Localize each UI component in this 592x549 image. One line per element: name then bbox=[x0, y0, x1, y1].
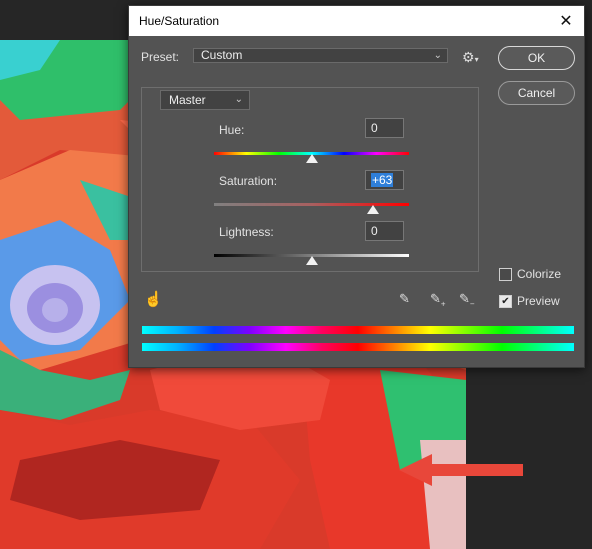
saturation-value: +63 bbox=[371, 173, 394, 187]
colorize-label: Colorize bbox=[517, 267, 562, 281]
preview-label: Preview bbox=[517, 294, 560, 308]
saturation-slider-track[interactable] bbox=[214, 203, 409, 206]
cancel-button[interactable]: Cancel bbox=[498, 81, 575, 105]
preset-label: Preset: bbox=[141, 50, 180, 64]
saturation-label: Saturation: bbox=[219, 174, 278, 188]
lightness-slider-thumb[interactable] bbox=[305, 256, 318, 265]
hue-saturation-dialog: Hue/Saturation ✕ Preset: Custom ⌄ ⚙▾ OK … bbox=[128, 5, 585, 368]
hue-value: 0 bbox=[371, 121, 378, 135]
workspace-canvas: Hue/Saturation ✕ Preset: Custom ⌄ ⚙▾ OK … bbox=[0, 0, 592, 549]
channel-dropdown[interactable]: Master ⌄ bbox=[160, 90, 250, 110]
chevron-down-icon: ⌄ bbox=[433, 50, 442, 61]
lightness-value: 0 bbox=[371, 224, 378, 238]
dialog-titlebar: Hue/Saturation ✕ bbox=[129, 6, 584, 36]
gear-icon[interactable]: ⚙▾ bbox=[462, 49, 479, 66]
eyedropper-icon[interactable]: ✎ bbox=[399, 291, 410, 307]
hue-field[interactable]: 0 bbox=[365, 118, 404, 138]
preset-value: Custom bbox=[201, 48, 243, 62]
preview-checkbox[interactable]: ✔ bbox=[499, 295, 512, 308]
input-color-bar bbox=[142, 326, 574, 334]
saturation-field[interactable]: +63 bbox=[365, 170, 404, 190]
close-icon[interactable]: ✕ bbox=[554, 9, 578, 33]
dialog-title: Hue/Saturation bbox=[139, 14, 220, 28]
lightness-field[interactable]: 0 bbox=[365, 221, 404, 241]
chevron-down-icon: ⌄ bbox=[234, 94, 243, 105]
lightness-label: Lightness: bbox=[219, 225, 274, 239]
ok-button[interactable]: OK bbox=[498, 46, 575, 70]
hue-slider-thumb[interactable] bbox=[305, 154, 318, 163]
channel-value: Master bbox=[169, 93, 206, 107]
adjustment-panel bbox=[141, 87, 479, 272]
eyedropper-minus-icon[interactable]: ✎− bbox=[459, 291, 475, 309]
eyedropper-plus-icon[interactable]: ✎+ bbox=[430, 291, 446, 309]
colorize-checkbox[interactable] bbox=[499, 268, 512, 281]
saturation-slider-thumb[interactable] bbox=[366, 205, 379, 214]
annotation-arrow-photo bbox=[399, 454, 523, 486]
preset-dropdown[interactable]: Custom ⌄ bbox=[193, 48, 448, 63]
hue-label: Hue: bbox=[219, 123, 245, 137]
targeted-adjustment-hand-icon[interactable]: ☝ bbox=[144, 290, 163, 308]
output-color-bar[interactable] bbox=[142, 343, 574, 351]
